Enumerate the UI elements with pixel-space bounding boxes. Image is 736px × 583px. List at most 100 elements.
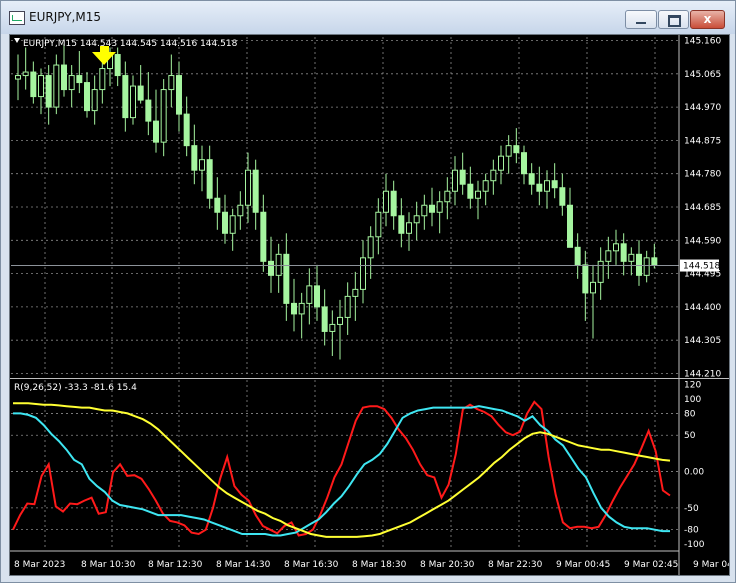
indicator-tick-label: -80 [684,526,699,536]
close-button[interactable]: x [690,10,725,29]
time-tick-label: 8 Mar 22:30 [488,560,543,570]
indicator-tick-label: 50 [684,431,696,441]
candle-body [222,211,228,234]
time-tick-label: 8 Mar 14:30 [216,560,271,570]
candle-body [84,82,90,112]
price-tick-label: 144.875 [684,136,721,146]
candle-body [482,180,489,192]
candle-body [153,120,159,143]
candle-body [275,253,282,276]
price-tick-label: 145.160 [684,37,721,47]
indicator-tick-label: 120 [684,380,701,390]
candle-body [628,253,635,262]
maximize-button[interactable] [658,10,689,29]
candle-body [160,89,167,143]
candle-body [268,260,274,276]
time-tick-label: 8 Mar 10:30 [81,560,136,570]
candle-body [413,215,420,224]
candle-body [314,285,320,308]
candle-body [590,281,596,294]
window-title: EURJPY,M15 [29,10,101,24]
candle-body [367,236,374,259]
time-tick-label: 8 Mar 20:30 [420,560,475,570]
candle-body [620,243,627,262]
chart-window-icon [9,11,25,25]
candle-body [283,253,290,304]
candle-body [245,169,251,206]
candle-body [559,187,566,206]
price-tick-label: 144.590 [684,236,721,246]
candle-body [582,264,589,294]
minimize-button[interactable] [625,10,657,29]
price-tick-label: 144.495 [684,270,721,280]
candle-body [260,211,267,262]
price-tick-label: 144.210 [684,369,721,379]
candle-body [337,316,343,325]
candle-body [383,190,389,213]
candle-body [398,215,405,234]
candle-body [199,159,205,171]
minimize-icon [636,22,646,24]
candle-body [406,222,412,234]
candle-body [61,64,67,91]
candle-body [114,54,121,77]
price-tick-label: 144.305 [684,336,721,346]
candle-body [68,75,75,91]
chart-background [10,35,729,575]
candle-body [574,246,581,266]
candle-body [390,190,397,217]
candle-body [191,145,198,171]
candle-body [490,169,497,182]
candle-body [176,75,182,115]
candle-body [352,288,359,297]
candle-body [22,71,29,77]
chart-window: EURJPY,M15 x 144.518 145.160 145.065 144.9… [0,0,736,583]
candle-body [567,204,573,248]
candle-body [99,68,106,91]
candle-body [15,75,21,80]
price-tick-label: 144.400 [684,303,721,313]
candle-body [551,180,558,189]
candle-body [360,257,366,290]
maximize-icon [668,15,681,27]
time-tick-label: 8 Mar 16:30 [284,560,339,570]
candle-body [291,302,297,315]
indicator-tick-label: -100 [684,540,705,550]
candle-body [30,71,37,98]
time-tick-label: 9 Mar 00:45 [556,560,610,570]
price-tick-label: 145.065 [684,70,721,80]
candle-body [505,145,512,157]
price-tick-label: 144.685 [684,203,721,213]
candle-body [421,204,428,217]
price-tick-label: 144.970 [684,103,721,113]
candle-body [436,201,443,213]
candle-body [76,75,83,84]
candle-body [168,75,175,91]
indicator-tick-label: 0.00 [684,468,704,478]
candle-body [597,260,604,283]
candle-body [429,204,435,213]
candle-body [130,85,136,119]
candle-body [536,183,543,192]
candle-body [237,204,244,217]
candle-body [452,169,458,192]
candle-body [375,211,382,238]
main-chart-header: EURJPY,M15 144.543 144.545 144.516 144.5… [23,39,238,49]
candle-body [605,250,612,262]
candle-body [206,159,213,199]
candle-body [306,285,313,304]
time-tick-label: 8 Mar 12:30 [148,560,203,570]
candle-body [528,173,535,185]
candle-body [636,253,642,276]
candle-body [214,197,221,213]
candle-body [229,215,236,234]
chart-area[interactable]: 144.518 145.160 145.065 144.970 144.875 144.… [9,34,730,576]
candle-body [613,243,619,252]
candle-body [444,190,451,203]
candle-body [91,89,98,112]
title-bar[interactable]: EURJPY,M15 x [1,1,735,34]
chart-canvas[interactable]: 144.518 145.160145.065144.970144.875144.… [10,35,729,575]
candle-body [467,183,474,199]
candle-body [544,180,550,192]
candle-body [513,145,520,154]
